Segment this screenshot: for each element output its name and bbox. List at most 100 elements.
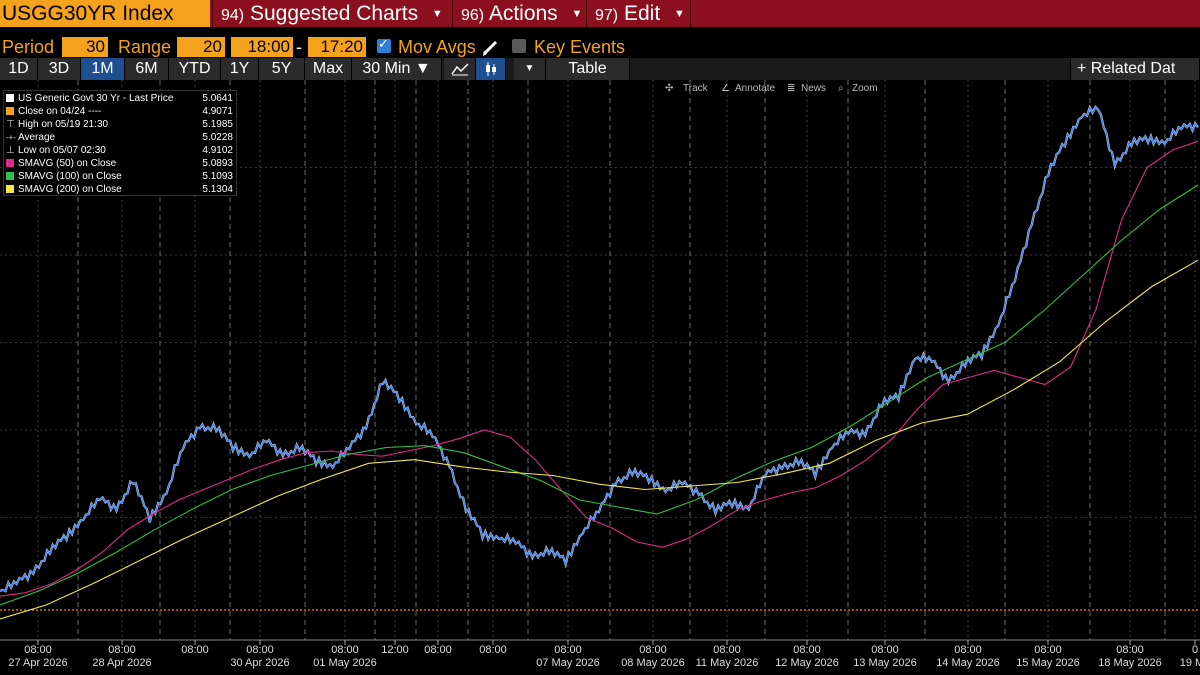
key-events-label: Key Events: [534, 37, 626, 57]
legend-value: 5.0641: [202, 93, 233, 104]
legend-label: Close on 04/24 ----: [18, 106, 102, 117]
x-tick-time-label: 08:00: [246, 644, 274, 656]
time-from-input[interactable]: 18:00: [231, 37, 293, 57]
menu-number: 96): [461, 7, 485, 24]
range-label: Range: [118, 37, 172, 57]
menu-number: 94): [221, 7, 245, 24]
annotate-tool[interactable]: Annotate: [735, 83, 775, 94]
x-tick-date-label: 30 Apr 2026: [230, 657, 289, 669]
legend-label: Average: [18, 132, 56, 143]
range-1m-button[interactable]: 1M: [81, 58, 125, 80]
x-tick-date-label: 01 May 2026: [313, 657, 377, 669]
period-input[interactable]: 30: [62, 37, 108, 57]
time-to-input[interactable]: 17:20: [308, 37, 366, 57]
legend-value: 5.1093: [202, 171, 233, 182]
range-input[interactable]: 20: [177, 37, 225, 57]
range-ytd-button[interactable]: YTD: [169, 58, 221, 80]
menu-label: Suggested Charts: [249, 2, 419, 25]
menu-label: Edit: [623, 2, 661, 25]
zoom-tool[interactable]: Zoom: [852, 83, 878, 94]
legend-label: US Generic Govt 30 Yr - Last Price: [18, 93, 174, 104]
caret-down-icon: ▼: [571, 8, 583, 20]
period-label: Period: [2, 37, 55, 57]
chart-type-dropdown[interactable]: ▼: [514, 58, 546, 80]
legend-item-sma200: SMAVG (200) on Close 5.1304: [6, 183, 236, 196]
x-tick-date-label: 11 May 2026: [696, 657, 759, 669]
pencil-icon[interactable]: [481, 37, 501, 57]
table-button[interactable]: Table: [546, 58, 630, 80]
x-tick-date-label: 18 May 2026: [1098, 657, 1162, 669]
legend-value: 5.0893: [202, 158, 233, 169]
legend-swatch: [6, 159, 14, 167]
track-tool[interactable]: Track: [683, 83, 708, 94]
x-tick-date-label: 07 May 2026: [536, 657, 600, 669]
track-icon[interactable]: ✣: [665, 83, 673, 94]
x-tick-time-label: 08:00: [871, 644, 899, 656]
candlestick-icon[interactable]: [476, 58, 506, 80]
x-tick-time-label: 08:00: [181, 644, 209, 656]
legend-label: SMAVG (50) on Close: [18, 158, 117, 169]
average-marker-icon: -+-: [6, 133, 16, 142]
news-tool[interactable]: News: [801, 83, 826, 94]
legend-item-high: ⊤ High on 05/19 21:30 5.1985: [6, 118, 236, 131]
range-1y-button[interactable]: 1Y: [221, 58, 259, 80]
mov-avgs-label: Mov Avgs: [398, 37, 476, 57]
range-6m-button[interactable]: 6M: [125, 58, 169, 80]
x-tick-time-label: 08:00: [331, 644, 359, 656]
legend-value: 5.1304: [202, 184, 233, 195]
legend-value: 5.1985: [202, 119, 233, 130]
interval-dropdown[interactable]: 30 Min ▼: [352, 58, 442, 80]
legend-item-sma100: SMAVG (100) on Close 5.1093: [6, 170, 236, 183]
range-1d-button[interactable]: 1D: [0, 58, 38, 80]
x-tick-date-label: 28 Apr 2026: [92, 657, 151, 669]
x-tick-date-label: 27 Apr 2026: [8, 657, 67, 669]
menu-number: 97): [595, 7, 619, 24]
x-tick-time-label: 08:00: [954, 644, 982, 656]
range-max-button[interactable]: Max: [305, 58, 352, 80]
x-tick-time-label: 08:00: [793, 644, 821, 656]
x-tick-time-label: 08:00: [1034, 644, 1062, 656]
actions-menu[interactable]: 96) Actions ▼: [452, 0, 586, 27]
caret-down-icon: ▼: [674, 8, 685, 20]
legend-label: High on 05/19 21:30: [18, 119, 109, 130]
x-tick-date-label: 08 May 2026: [621, 657, 685, 669]
related-data-button[interactable]: + Related Dat: [1070, 58, 1200, 80]
chart-legend[interactable]: US Generic Govt 30 Yr - Last Price 5.064…: [3, 90, 237, 196]
sma200-series-line: [0, 259, 1199, 620]
x-tick-time-label: 08:00: [479, 644, 507, 656]
annotate-icon[interactable]: ∠: [721, 83, 730, 94]
x-tick-date-label: 12 May 2026: [775, 657, 839, 669]
x-tick-date-label: 14 May 2026: [936, 657, 1000, 669]
command-bar: USGG30YR Index 94) Suggested Charts ▼ 96…: [0, 0, 1200, 27]
legend-swatch: [6, 94, 14, 102]
x-tick-time-label: 08:00: [639, 644, 667, 656]
legend-label: Low on 05/07 02:30: [18, 145, 106, 156]
news-icon[interactable]: ≣: [787, 83, 795, 94]
range-3d-button[interactable]: 3D: [38, 58, 81, 80]
chart-parameters: Period 30 Range 20 18:00 - 17:20 Mov Avg…: [0, 36, 1200, 58]
legend-swatch: [6, 185, 14, 193]
suggested-charts-menu[interactable]: 94) Suggested Charts ▼: [212, 0, 452, 27]
key-events-checkbox[interactable]: [512, 39, 526, 53]
range-5y-button[interactable]: 5Y: [259, 58, 305, 80]
time-separator: -: [296, 37, 302, 57]
ticker-field[interactable]: USGG30YR Index: [0, 0, 210, 27]
legend-swatch: [6, 172, 14, 180]
legend-label: SMAVG (100) on Close: [18, 171, 122, 182]
x-tick-time-label: 12:00: [381, 644, 409, 656]
legend-value: 4.9102: [202, 145, 233, 156]
zoom-icon[interactable]: ⌕: [838, 83, 844, 94]
x-tick-time-label: 08:00: [108, 644, 136, 656]
sma100-series-line: [0, 184, 1199, 606]
legend-item-average: -+- Average 5.0228: [6, 131, 236, 144]
edit-menu[interactable]: 97) Edit ▼: [586, 0, 690, 27]
legend-swatch: [6, 107, 14, 115]
low-marker-icon: ⊥: [6, 145, 15, 156]
legend-item-sma50: SMAVG (50) on Close 5.0893: [6, 157, 236, 170]
toolbar-spacer: [630, 58, 1070, 80]
line-chart-icon[interactable]: [444, 58, 476, 80]
mov-avgs-checkbox[interactable]: [377, 36, 391, 53]
legend-item-close: Close on 04/24 ---- 4.9071: [6, 105, 236, 118]
legend-item-last-price: US Generic Govt 30 Yr - Last Price 5.064…: [6, 92, 236, 105]
x-tick-time-label: 0: [1192, 644, 1198, 656]
